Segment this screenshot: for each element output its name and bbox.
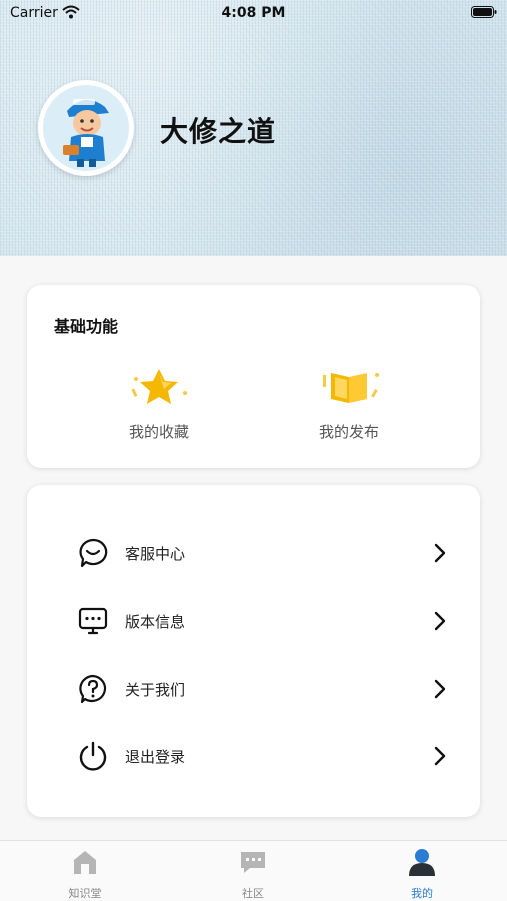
menu-item-customer-service[interactable]: 客服中心 xyxy=(77,533,447,573)
user-icon xyxy=(409,849,435,876)
chevron-right-icon xyxy=(434,746,446,766)
menu-item-version-info[interactable]: 版本信息 xyxy=(77,601,447,641)
my-posts-label: 我的发布 xyxy=(318,423,379,441)
menu-item-about-us[interactable]: 关于我们 xyxy=(77,669,447,709)
tab-community[interactable]: 社区 xyxy=(203,847,303,901)
battery-icon xyxy=(471,6,497,18)
status-time: 4:08 PM xyxy=(221,5,286,21)
username: 大修之道 xyxy=(160,115,277,148)
tab-knowledge[interactable]: 知识堂 xyxy=(35,847,135,901)
avatar[interactable] xyxy=(38,80,134,176)
power-icon xyxy=(79,741,107,771)
tab-label-knowledge: 知识堂 xyxy=(68,887,102,900)
my-favorites-button[interactable]: 我的收藏 xyxy=(99,363,219,442)
monitor-icon xyxy=(78,607,108,635)
tab-label-mine: 我的 xyxy=(411,887,433,900)
chevron-right-icon xyxy=(434,611,446,631)
my-posts-button[interactable]: 我的发布 xyxy=(289,363,409,442)
book-icon xyxy=(323,373,379,403)
card-title: 基础功能 xyxy=(54,317,119,336)
menu-label-logout: 退出登录 xyxy=(125,748,186,766)
question-icon xyxy=(79,674,107,704)
my-favorites-label: 我的收藏 xyxy=(128,423,189,441)
tab-mine[interactable]: 我的 xyxy=(372,847,472,901)
mechanic-avatar-icon xyxy=(43,85,129,171)
settings-menu-card: 客服中心 版本信息 关于我们 退出登录 xyxy=(27,485,480,817)
chevron-right-icon xyxy=(434,679,446,699)
menu-label-version-info: 版本信息 xyxy=(125,613,186,631)
menu-label-about-us: 关于我们 xyxy=(125,681,186,699)
smile-chat-icon xyxy=(79,538,108,568)
tab-bar: 知识堂 社区 我的 xyxy=(0,840,507,901)
status-bar: Carrier 4:08 PM xyxy=(0,0,507,28)
basic-functions-card: 基础功能 我的收藏 我的发布 xyxy=(27,285,480,468)
star-icon xyxy=(131,369,187,404)
home-icon xyxy=(74,851,96,874)
chat-icon xyxy=(241,852,265,873)
tab-label-community: 社区 xyxy=(242,887,264,900)
menu-label-customer-service: 客服中心 xyxy=(125,545,186,563)
chevron-right-icon xyxy=(434,543,446,563)
menu-item-logout[interactable]: 退出登录 xyxy=(77,736,447,776)
